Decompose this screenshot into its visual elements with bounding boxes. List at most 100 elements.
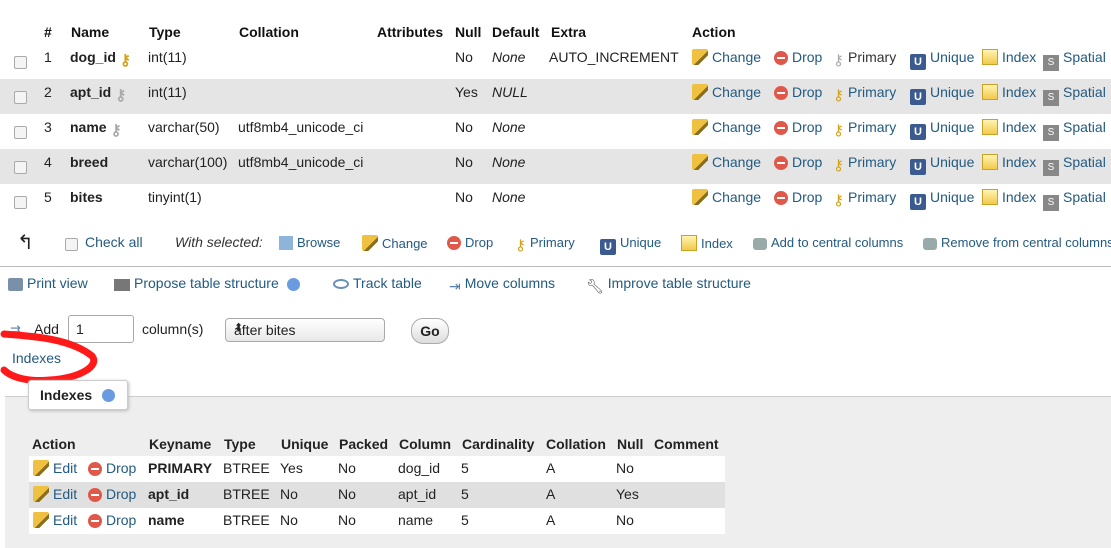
index-link[interactable]: Index (982, 84, 1036, 100)
change-link[interactable]: Change (692, 49, 761, 65)
add-central-icon (753, 238, 767, 250)
check-all-checkbox[interactable] (65, 238, 78, 251)
bulk-actions-bar: ↰ Check all With selected: Browse Change… (0, 228, 1111, 258)
bulk-primary-button[interactable]: ⚷ Primary (515, 235, 575, 254)
propose-structure-link[interactable]: Propose table structure (114, 275, 304, 291)
idx-header-comment: Comment (654, 436, 719, 452)
row-checkbox[interactable] (14, 126, 27, 139)
help-icon[interactable] (286, 278, 300, 291)
change-link[interactable]: Change (692, 84, 761, 100)
header-name[interactable]: Name (71, 24, 109, 40)
index-packed: No (338, 460, 356, 476)
index-label: Index (1002, 154, 1037, 170)
index-edit-link[interactable]: Edit (33, 460, 77, 476)
propose-structure-label: Propose table structure (134, 275, 279, 291)
index-row: Edit Drop apt_id BTREE No No apt_id 5 A Yes (29, 482, 725, 508)
idx-header-cardinality: Cardinality (462, 436, 535, 452)
index-drop-link[interactable]: Drop (88, 512, 136, 528)
pencil-icon (692, 119, 708, 135)
index-unique: No (280, 512, 298, 528)
bulk-add-central-button[interactable]: Add to central columns (753, 235, 903, 250)
bulk-index-button[interactable]: Index (681, 235, 733, 251)
unique-link[interactable]: U Unique (910, 84, 974, 105)
index-link[interactable]: Index (982, 189, 1036, 205)
header-extra[interactable]: Extra (551, 24, 586, 40)
unique-link[interactable]: U Unique (910, 49, 974, 70)
drop-link[interactable]: Drop (774, 84, 822, 100)
change-label: Change (712, 49, 762, 65)
unique-link[interactable]: U Unique (910, 154, 974, 175)
index-link[interactable]: Index (982, 49, 1036, 65)
bulk-unique-button[interactable]: U Unique (600, 235, 661, 255)
bulk-browse-button[interactable]: Browse (279, 235, 340, 250)
row-checkbox[interactable] (14, 161, 27, 174)
drop-link[interactable]: Drop (774, 49, 822, 65)
help-icon[interactable] (102, 389, 115, 402)
column-row: 4 breed varchar(100) utf8mb4_unicode_ci No No… (0, 149, 1111, 184)
track-table-link[interactable]: Track table (333, 275, 422, 291)
drop-label: Drop (792, 49, 823, 65)
spatial-link[interactable]: S Spatial (1043, 119, 1106, 141)
header-collation[interactable]: Collation (239, 24, 299, 40)
bulk-remove-central-button[interactable]: Remove from central columns (923, 235, 1111, 250)
key-icon: ⚷ (833, 192, 844, 209)
column-collation: utf8mb4_unicode_ci (238, 154, 364, 170)
primary-label: Primary (848, 49, 897, 65)
primary-link[interactable]: ⚷ Primary (833, 154, 896, 174)
column-null: No (455, 49, 473, 65)
spatial-link[interactable]: S Spatial (1043, 189, 1106, 211)
index-edit-link[interactable]: Edit (33, 486, 77, 502)
index-keyname: PRIMARY (148, 460, 213, 476)
row-number: 1 (44, 49, 52, 65)
header-attributes[interactable]: Attributes (377, 24, 443, 40)
improve-structure-link[interactable]: 🔧︎ Improve table structure (586, 275, 751, 294)
header-default[interactable]: Default (492, 24, 539, 40)
index-drop-link[interactable]: Drop (88, 486, 136, 502)
row-checkbox[interactable] (14, 56, 27, 69)
idx-header-action: Action (32, 436, 76, 452)
unique-link[interactable]: U Unique (910, 119, 974, 140)
header-null[interactable]: Null (455, 24, 481, 40)
go-button[interactable]: Go (411, 318, 449, 344)
primary-label: Primary (848, 119, 897, 135)
spatial-link[interactable]: S Spatial (1043, 49, 1106, 71)
primary-link[interactable]: ⚷ Primary (833, 189, 896, 209)
change-link[interactable]: Change (692, 154, 761, 170)
change-link[interactable]: Change (692, 189, 761, 205)
with-selected-label: With selected: (175, 234, 263, 250)
row-checkbox[interactable] (14, 196, 27, 209)
primary-link[interactable]: ⚷ Primary (833, 49, 897, 69)
index-link[interactable]: Index (982, 154, 1036, 170)
spatial-icon: S (1043, 195, 1059, 211)
row-checkbox[interactable] (14, 91, 27, 104)
remove-central-icon (923, 238, 937, 250)
unique-label: Unique (930, 49, 975, 65)
spatial-link[interactable]: S Spatial (1043, 84, 1106, 106)
bulk-change-button[interactable]: Change (362, 235, 428, 251)
check-all-label[interactable]: Check all (85, 234, 143, 250)
index-edit-label: Edit (53, 460, 78, 476)
spatial-link[interactable]: S Spatial (1043, 154, 1106, 176)
index-drop-label: Drop (106, 512, 137, 528)
drop-link[interactable]: Drop (774, 189, 822, 205)
print-view-link[interactable]: Print view (8, 275, 88, 291)
drop-link[interactable]: Drop (774, 154, 822, 170)
primary-label: Primary (848, 84, 897, 100)
index-packed: No (338, 486, 356, 502)
index-link[interactable]: Index (982, 119, 1036, 135)
column-type: int(11) (148, 84, 187, 100)
primary-link[interactable]: ⚷ Primary (833, 119, 897, 139)
change-link[interactable]: Change (692, 119, 761, 135)
change-label: Change (712, 119, 762, 135)
index-icon (982, 49, 998, 65)
header-type[interactable]: Type (149, 24, 181, 40)
unique-link[interactable]: U Unique (910, 189, 974, 210)
column-position-select[interactable]: after bites ⬍ (225, 318, 385, 342)
move-columns-link[interactable]: ⇥ Move columns (449, 275, 555, 294)
index-edit-link[interactable]: Edit (33, 512, 77, 528)
indexes-legend-label: Indexes (40, 387, 93, 403)
drop-link[interactable]: Drop (774, 119, 822, 135)
bulk-drop-button[interactable]: Drop (447, 235, 493, 250)
primary-link[interactable]: ⚷ Primary (833, 84, 897, 104)
index-drop-link[interactable]: Drop (88, 460, 136, 476)
